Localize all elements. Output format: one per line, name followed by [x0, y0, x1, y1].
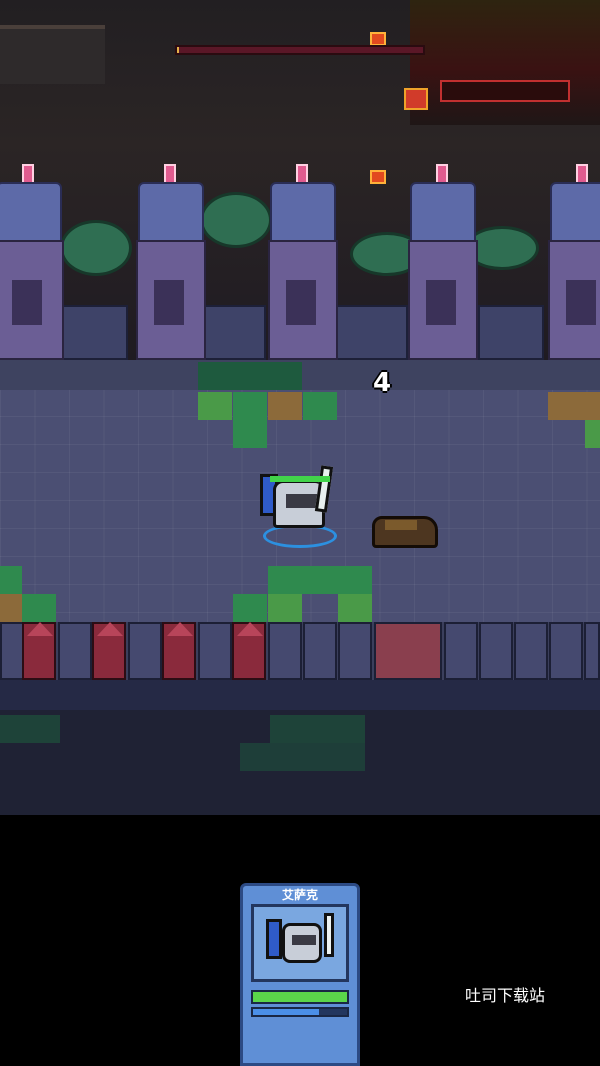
- grass-tile: [233, 420, 267, 448]
- knight-plume: [266, 919, 282, 959]
- temple-sign: [440, 80, 570, 102]
- grass-tile: [240, 743, 365, 771]
- damage-number: 4: [372, 368, 392, 398]
- red-spike-pillar: [22, 622, 56, 680]
- guardian-statue: [406, 164, 480, 360]
- wall-block: [479, 622, 513, 680]
- wall-block: [338, 622, 372, 680]
- card-health-fill: [253, 992, 347, 1002]
- grass-tile: [585, 420, 600, 448]
- grass-tile: [233, 594, 267, 622]
- red-spike-pillar: [92, 622, 126, 680]
- rock-highlight: [385, 520, 417, 530]
- wall-block: [478, 305, 544, 360]
- card-energy-fill: [253, 1009, 319, 1015]
- torch-fire-icon: [370, 32, 386, 46]
- wall-block: [336, 305, 408, 360]
- guardian-statue: [0, 164, 66, 360]
- wall-block: [549, 622, 583, 680]
- card-energy-bar: [251, 1007, 349, 1017]
- red-spike-pillar: [162, 622, 196, 680]
- statue-door: [12, 280, 42, 325]
- grass-tile: [303, 392, 337, 420]
- statue-head: [0, 182, 62, 242]
- statue-door: [286, 280, 316, 325]
- red-spike-pillar: [232, 622, 266, 680]
- statue-head: [270, 182, 336, 242]
- knight-visor: [292, 935, 316, 945]
- grass-tile: [270, 715, 365, 743]
- grass-tile: [338, 594, 372, 622]
- grass-tile: [22, 594, 56, 622]
- grass-tile: [198, 362, 302, 390]
- wall-block: [444, 622, 478, 680]
- guardian-statue: [546, 164, 600, 360]
- mossy-wall-block: [374, 622, 442, 680]
- wall-block: [58, 622, 92, 680]
- dirt-tile: [548, 392, 600, 420]
- wall-block: [128, 622, 162, 680]
- grass-tile: [268, 594, 302, 622]
- tree-icon: [60, 220, 132, 276]
- tree-icon: [200, 192, 272, 248]
- grass-tile: [233, 392, 267, 420]
- wall-block: [198, 622, 232, 680]
- grass-tile: [0, 566, 22, 594]
- character-portrait: [251, 904, 349, 982]
- dirt-tile: [0, 594, 22, 622]
- knight-visor: [286, 494, 318, 508]
- character-card[interactable]: 艾萨克: [240, 883, 360, 1066]
- statue-door: [426, 280, 456, 325]
- statue-head: [550, 182, 600, 242]
- guardian-statue: [134, 164, 208, 360]
- grass-tile: [268, 566, 372, 594]
- card-health-bar: [251, 990, 349, 1004]
- character-name: 艾萨克: [281, 888, 318, 902]
- statue-head: [410, 182, 476, 242]
- game-scene[interactable]: 4: [0, 0, 600, 815]
- statue-head: [138, 182, 204, 242]
- player-health-fill: [270, 476, 330, 482]
- player-health-bar: [270, 476, 330, 482]
- wall-block: [56, 305, 128, 360]
- wall-block: [268, 622, 302, 680]
- red-temple: [410, 0, 600, 125]
- wall-block: [584, 622, 600, 680]
- wall-block: [303, 622, 337, 680]
- lantern-icon: [404, 88, 428, 110]
- building-corner: [0, 25, 105, 84]
- statue-door: [566, 280, 596, 325]
- lower-wall-base: [0, 680, 600, 710]
- guardian-statue: [266, 164, 340, 360]
- torch-fire-icon: [370, 170, 386, 184]
- boss-health-bar: [175, 45, 425, 55]
- watermark-text: 吐司下载站: [464, 986, 545, 1005]
- dirt-tile: [268, 392, 302, 420]
- sword-icon: [324, 913, 334, 957]
- statue-door: [154, 280, 184, 325]
- boss-health-fill: [177, 47, 180, 53]
- grass-tile: [0, 715, 60, 743]
- wall-block: [514, 622, 548, 680]
- grass-tile: [198, 392, 232, 420]
- wall-block: [200, 305, 266, 360]
